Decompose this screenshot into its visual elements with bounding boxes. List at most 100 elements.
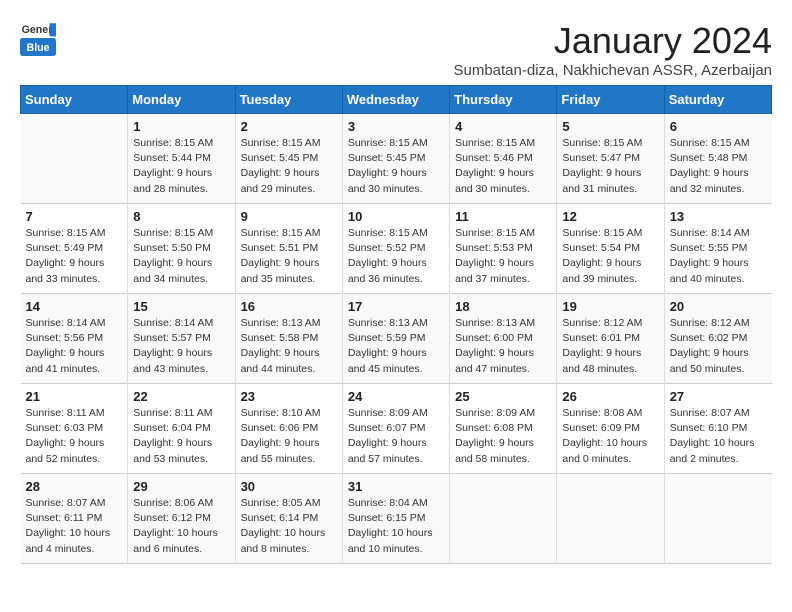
calendar-cell: 25Sunrise: 8:09 AMSunset: 6:08 PMDayligh… bbox=[450, 384, 557, 474]
calendar-cell: 11 Sunrise: 8:15 AMSunset: 5:53 PMDayligh… bbox=[450, 204, 557, 294]
weekday-header-thursday: Thursday bbox=[450, 86, 557, 114]
calendar-body: 1 Sunrise: 8:15 AMSunset: 5:44 PMDaylight… bbox=[21, 114, 772, 564]
cell-info: Sunrise: 8:12 AMSunset: 6:02 PMDaylight:… bbox=[670, 316, 768, 377]
day-number: 29 bbox=[133, 479, 230, 494]
calendar-cell: 7Sunrise: 8:15 AMSunset: 5:49 PMDaylight… bbox=[21, 204, 128, 294]
day-number: 17 bbox=[348, 299, 445, 314]
calendar-cell: 14 Sunrise: 8:14 AMSunset: 5:56 PMDayligh… bbox=[21, 294, 128, 384]
calendar-cell: 22 Sunrise: 8:11 AMSunset: 6:04 PMDayligh… bbox=[128, 384, 235, 474]
calendar-cell: 15 Sunrise: 8:14 AMSunset: 5:57 PMDayligh… bbox=[128, 294, 235, 384]
weekday-header-friday: Friday bbox=[557, 86, 664, 114]
cell-info: Sunrise: 8:10 AMSunset: 6:06 PMDaylight:… bbox=[241, 406, 338, 467]
day-number: 23 bbox=[241, 389, 338, 404]
calendar-cell: 4 Sunrise: 8:15 AMSunset: 5:46 PMDaylight… bbox=[450, 114, 557, 204]
day-number: 2 bbox=[241, 119, 338, 134]
cell-info: Sunrise: 8:15 AMSunset: 5:46 PMDaylight:… bbox=[455, 136, 552, 197]
weekday-header-row: SundayMondayTuesdayWednesdayThursdayFrid… bbox=[21, 86, 772, 114]
weekday-header-tuesday: Tuesday bbox=[235, 86, 342, 114]
calendar-cell: 10 Sunrise: 8:15 AMSunset: 5:52 PMDayligh… bbox=[342, 204, 449, 294]
calendar-cell: 26 Sunrise: 8:08 AMSunset: 6:09 PMDayligh… bbox=[557, 384, 664, 474]
day-number: 16 bbox=[241, 299, 338, 314]
calendar-cell: 2 Sunrise: 8:15 AMSunset: 5:45 PMDaylight… bbox=[235, 114, 342, 204]
cell-info: Sunrise: 8:04 AMSunset: 6:15 PMDaylight:… bbox=[348, 496, 445, 557]
month-title: January 2024 bbox=[453, 20, 772, 62]
day-number: 14 bbox=[26, 299, 124, 314]
day-number: 3 bbox=[348, 119, 445, 134]
calendar-cell: 23 Sunrise: 8:10 AMSunset: 6:06 PMDayligh… bbox=[235, 384, 342, 474]
cell-info: Sunrise: 8:06 AMSunset: 6:12 PMDaylight:… bbox=[133, 496, 230, 557]
logo: General Blue bbox=[20, 20, 56, 56]
day-number: 11 bbox=[455, 209, 552, 224]
calendar-week-row: 1 Sunrise: 8:15 AMSunset: 5:44 PMDaylight… bbox=[21, 114, 772, 204]
cell-info: Sunrise: 8:14 AMSunset: 5:57 PMDaylight:… bbox=[133, 316, 230, 377]
calendar-cell: 5 Sunrise: 8:15 AMSunset: 5:47 PMDaylight… bbox=[557, 114, 664, 204]
calendar-cell bbox=[450, 474, 557, 564]
day-number: 31 bbox=[348, 479, 445, 494]
day-number: 21 bbox=[26, 389, 124, 404]
cell-info: Sunrise: 8:15 AMSunset: 5:54 PMDaylight:… bbox=[562, 226, 659, 287]
cell-info: Sunrise: 8:15 AMSunset: 5:44 PMDaylight:… bbox=[133, 136, 230, 197]
day-number: 18 bbox=[455, 299, 552, 314]
calendar-cell: 8 Sunrise: 8:15 AMSunset: 5:50 PMDaylight… bbox=[128, 204, 235, 294]
calendar-cell: 3 Sunrise: 8:15 AMSunset: 5:45 PMDaylight… bbox=[342, 114, 449, 204]
calendar-cell: 30Sunrise: 8:05 AMSunset: 6:14 PMDayligh… bbox=[235, 474, 342, 564]
calendar-cell: 27 Sunrise: 8:07 AMSunset: 6:10 PMDayligh… bbox=[664, 384, 771, 474]
calendar-cell: 17 Sunrise: 8:13 AMSunset: 5:59 PMDayligh… bbox=[342, 294, 449, 384]
title-block: January 2024 Sumbatan-diza, Nakhichevan … bbox=[453, 20, 772, 79]
calendar-cell bbox=[664, 474, 771, 564]
calendar-cell: 1 Sunrise: 8:15 AMSunset: 5:44 PMDaylight… bbox=[128, 114, 235, 204]
calendar-cell: 6 Sunrise: 8:15 AMSunset: 5:48 PMDaylight… bbox=[664, 114, 771, 204]
calendar-cell: 13Sunrise: 8:14 AMSunset: 5:55 PMDayligh… bbox=[664, 204, 771, 294]
day-number: 26 bbox=[562, 389, 659, 404]
cell-info: Sunrise: 8:05 AMSunset: 6:14 PMDaylight:… bbox=[241, 496, 338, 557]
page-header: General Blue January 2024 Sumbatan-diza,… bbox=[20, 20, 772, 79]
day-number: 5 bbox=[562, 119, 659, 134]
day-number: 9 bbox=[241, 209, 338, 224]
calendar-week-row: 7Sunrise: 8:15 AMSunset: 5:49 PMDaylight… bbox=[21, 204, 772, 294]
weekday-header-sunday: Sunday bbox=[21, 86, 128, 114]
calendar-cell: 24Sunrise: 8:09 AMSunset: 6:07 PMDayligh… bbox=[342, 384, 449, 474]
day-number: 8 bbox=[133, 209, 230, 224]
cell-info: Sunrise: 8:07 AMSunset: 6:11 PMDaylight:… bbox=[26, 496, 124, 557]
day-number: 22 bbox=[133, 389, 230, 404]
calendar-week-row: 14 Sunrise: 8:14 AMSunset: 5:56 PMDayligh… bbox=[21, 294, 772, 384]
cell-info: Sunrise: 8:12 AMSunset: 6:01 PMDaylight:… bbox=[562, 316, 659, 377]
calendar-cell: 19 Sunrise: 8:12 AMSunset: 6:01 PMDayligh… bbox=[557, 294, 664, 384]
day-number: 19 bbox=[562, 299, 659, 314]
day-number: 10 bbox=[348, 209, 445, 224]
cell-info: Sunrise: 8:15 AMSunset: 5:48 PMDaylight:… bbox=[670, 136, 768, 197]
cell-info: Sunrise: 8:11 AMSunset: 6:04 PMDaylight:… bbox=[133, 406, 230, 467]
cell-info: Sunrise: 8:15 AMSunset: 5:52 PMDaylight:… bbox=[348, 226, 445, 287]
cell-info: Sunrise: 8:15 AMSunset: 5:47 PMDaylight:… bbox=[562, 136, 659, 197]
day-number: 4 bbox=[455, 119, 552, 134]
calendar-cell bbox=[21, 114, 128, 204]
calendar-cell: 20 Sunrise: 8:12 AMSunset: 6:02 PMDayligh… bbox=[664, 294, 771, 384]
weekday-header-saturday: Saturday bbox=[664, 86, 771, 114]
cell-info: Sunrise: 8:15 AMSunset: 5:45 PMDaylight:… bbox=[348, 136, 445, 197]
cell-info: Sunrise: 8:15 AMSunset: 5:51 PMDaylight:… bbox=[241, 226, 338, 287]
day-number: 1 bbox=[133, 119, 230, 134]
day-number: 6 bbox=[670, 119, 768, 134]
logo-icon: General Blue bbox=[20, 20, 56, 56]
cell-info: Sunrise: 8:15 AMSunset: 5:53 PMDaylight:… bbox=[455, 226, 552, 287]
calendar-cell: 18 Sunrise: 8:13 AMSunset: 6:00 PMDayligh… bbox=[450, 294, 557, 384]
cell-info: Sunrise: 8:13 AMSunset: 6:00 PMDaylight:… bbox=[455, 316, 552, 377]
cell-info: Sunrise: 8:13 AMSunset: 5:59 PMDaylight:… bbox=[348, 316, 445, 377]
cell-info: Sunrise: 8:08 AMSunset: 6:09 PMDaylight:… bbox=[562, 406, 659, 467]
svg-text:Blue: Blue bbox=[27, 42, 50, 54]
cell-info: Sunrise: 8:15 AMSunset: 5:49 PMDaylight:… bbox=[26, 226, 124, 287]
calendar-cell: 16Sunrise: 8:13 AMSunset: 5:58 PMDayligh… bbox=[235, 294, 342, 384]
weekday-header-monday: Monday bbox=[128, 86, 235, 114]
day-number: 15 bbox=[133, 299, 230, 314]
cell-info: Sunrise: 8:15 AMSunset: 5:45 PMDaylight:… bbox=[241, 136, 338, 197]
calendar-cell: 12Sunrise: 8:15 AMSunset: 5:54 PMDayligh… bbox=[557, 204, 664, 294]
calendar-cell: 21Sunrise: 8:11 AMSunset: 6:03 PMDayligh… bbox=[21, 384, 128, 474]
calendar-week-row: 28 Sunrise: 8:07 AMSunset: 6:11 PMDayligh… bbox=[21, 474, 772, 564]
cell-info: Sunrise: 8:07 AMSunset: 6:10 PMDaylight:… bbox=[670, 406, 768, 467]
cell-info: Sunrise: 8:15 AMSunset: 5:50 PMDaylight:… bbox=[133, 226, 230, 287]
cell-info: Sunrise: 8:14 AMSunset: 5:56 PMDaylight:… bbox=[26, 316, 124, 377]
day-number: 20 bbox=[670, 299, 768, 314]
calendar-table: SundayMondayTuesdayWednesdayThursdayFrid… bbox=[20, 85, 772, 564]
day-number: 28 bbox=[26, 479, 124, 494]
day-number: 27 bbox=[670, 389, 768, 404]
